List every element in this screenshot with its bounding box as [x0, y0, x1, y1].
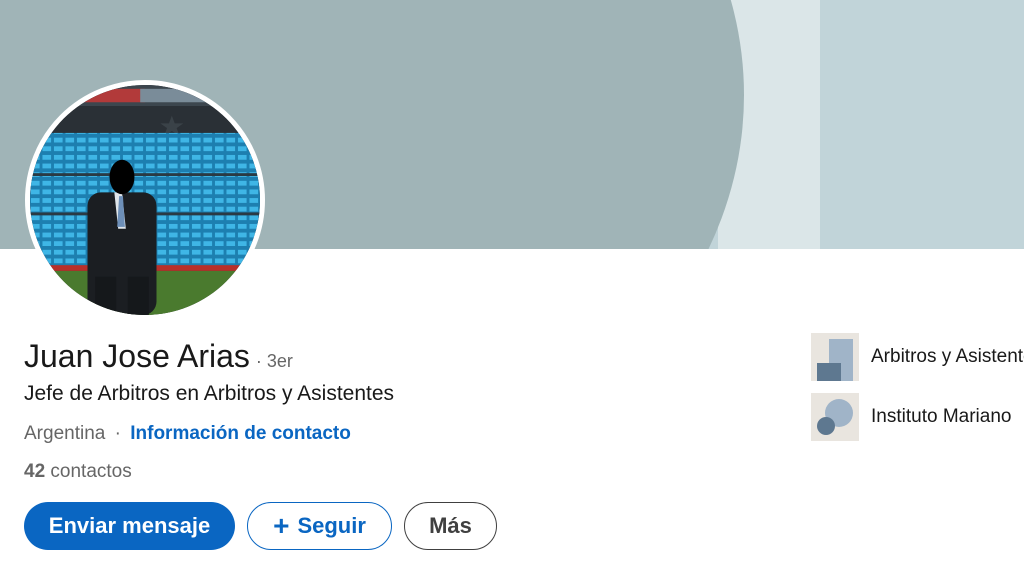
experience-company: Arbitros y Asistentes — [871, 346, 1024, 367]
connections-label: contactos — [50, 461, 132, 482]
location-separator: · — [114, 423, 121, 444]
send-message-label: Enviar mensaje — [48, 513, 211, 538]
plus-icon: + — [273, 510, 290, 541]
connections-count[interactable]: 42 contactos — [24, 461, 132, 483]
stadium-photo — [30, 85, 260, 315]
education-school: Instituto Mariano — [871, 406, 1012, 427]
contact-info-link[interactable]: Información de contacto — [130, 423, 351, 444]
company-logo-icon — [811, 333, 859, 381]
follow-label: Seguir — [297, 513, 366, 538]
profile-name-row: Juan Jose Arias · 3er — [24, 338, 293, 375]
more-label: Más — [429, 513, 472, 538]
education-item[interactable]: Instituto Mariano — [811, 393, 1011, 441]
connection-degree: · 3er — [255, 351, 293, 371]
profile-name: Juan Jose Arias — [24, 338, 250, 374]
profile-headline: Jefe de Arbitros en Arbitros y Asistente… — [24, 382, 395, 405]
more-button[interactable]: Más — [404, 502, 497, 550]
school-logo-icon — [811, 393, 859, 441]
experience-item[interactable]: Arbitros y Asistentes — [811, 333, 1024, 381]
profile-location: Argentina — [24, 423, 106, 444]
profile-photo[interactable] — [25, 80, 265, 320]
follow-button[interactable]: + Seguir — [247, 502, 392, 550]
send-message-button[interactable]: Enviar mensaje — [24, 502, 235, 550]
location-row: Argentina · Información de contacto — [24, 423, 351, 445]
connections-number: 42 — [24, 461, 46, 482]
